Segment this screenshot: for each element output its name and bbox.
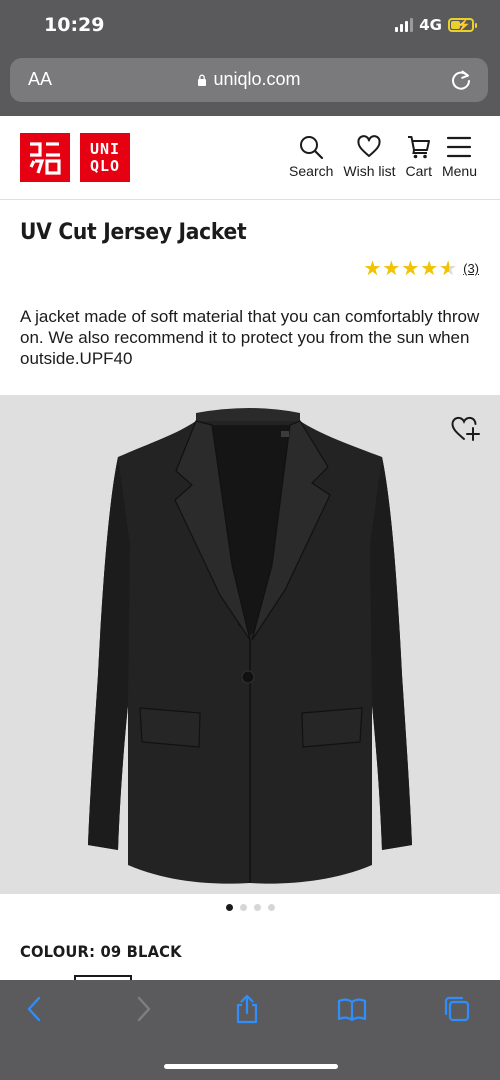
nav-menu-label: Menu — [441, 163, 477, 179]
colour-label: COLOUR: 09 BLACK — [20, 942, 182, 961]
product-rating[interactable]: ★★★★★ ★★★★★ (3) — [363, 256, 479, 281]
product-description: A jacket made of soft material that you … — [20, 307, 480, 368]
nav-wishlist-label: Wish list — [343, 163, 396, 179]
site-header: UNI QLO Search Wish list Cart Menu — [0, 116, 500, 200]
status-indicators: 4G ⚡ — [395, 16, 477, 34]
nav-menu[interactable]: Menu — [437, 134, 482, 179]
heart-icon — [357, 135, 381, 157]
lock-icon — [198, 74, 207, 86]
share-icon[interactable] — [232, 994, 262, 1024]
home-indicator — [164, 1064, 338, 1069]
rating-stars-filled: ★★★★★ — [363, 258, 448, 280]
header-nav: Search Wish list Cart Menu — [284, 134, 482, 179]
carousel-dot[interactable] — [239, 904, 247, 911]
logo-line-2: QLO — [89, 156, 121, 175]
product-image-carousel[interactable] — [0, 395, 500, 894]
forward-icon[interactable] — [128, 994, 158, 1024]
reload-icon[interactable] — [448, 67, 474, 93]
nav-cart[interactable]: Cart — [401, 134, 437, 179]
carousel-dot[interactable] — [225, 904, 233, 911]
nav-cart-label: Cart — [405, 163, 432, 179]
jacket-image — [88, 408, 412, 884]
nav-wishlist[interactable]: Wish list — [338, 134, 400, 179]
logo-line-1: UNI — [89, 139, 121, 158]
browser-chrome: 10:29 4G ⚡ AA uniqlo.com — [0, 0, 500, 116]
logo-katakana — [20, 133, 70, 182]
uniqlo-logo[interactable]: UNI QLO — [20, 133, 130, 182]
review-count-link[interactable]: (3) — [463, 261, 479, 276]
carousel-dot[interactable] — [267, 904, 275, 911]
back-icon[interactable] — [20, 994, 50, 1024]
menu-icon — [447, 136, 472, 158]
bookmarks-icon[interactable] — [337, 994, 367, 1024]
product-title: UV Cut Jersey Jacket — [20, 220, 247, 245]
search-icon — [300, 136, 324, 160]
tabs-icon[interactable] — [442, 994, 472, 1024]
carousel-dot[interactable] — [253, 904, 261, 911]
status-time: 10:29 — [44, 14, 105, 36]
network-type: 4G — [419, 16, 442, 34]
cart-icon — [407, 136, 430, 159]
carousel-pagination — [0, 904, 500, 911]
address-bar[interactable]: AA uniqlo.com — [10, 58, 488, 102]
nav-search-label: Search — [289, 163, 334, 179]
add-to-wishlist-icon[interactable] — [450, 413, 480, 443]
url-field[interactable]: uniqlo.com — [10, 69, 488, 90]
nav-search[interactable]: Search — [284, 134, 338, 179]
rating-stars: ★★★★★ ★★★★★ — [363, 256, 458, 281]
signal-icon — [395, 18, 414, 32]
battery-icon: ⚡ — [448, 18, 477, 32]
url-text: uniqlo.com — [213, 69, 301, 89]
logo-latin: UNI QLO — [80, 133, 130, 182]
